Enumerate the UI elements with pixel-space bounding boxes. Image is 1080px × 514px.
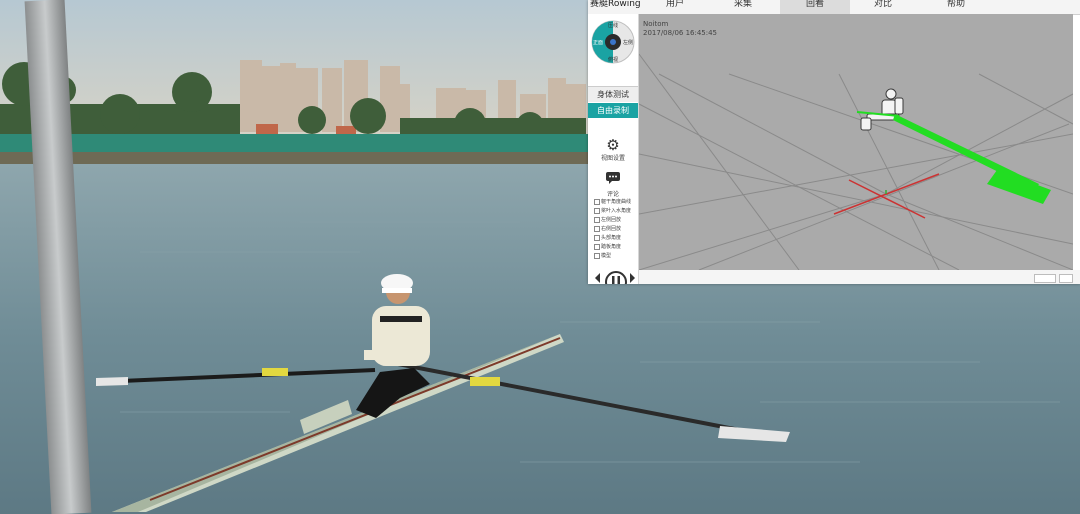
- checkbox-left-replay[interactable]: 左侧回放: [594, 216, 621, 223]
- motion-capture-app-window: 赛艇Rowing 用户 采集 回看 对比 帮助 压线 正面 左侧 俯视 身体测试…: [588, 0, 1080, 284]
- timeline-field[interactable]: [1034, 274, 1056, 283]
- comment-button[interactable]: 评论: [588, 170, 638, 198]
- free-record-label: 自由录制: [597, 106, 629, 115]
- floor-grid: [639, 53, 1073, 270]
- dial-label-left[interactable]: 正面: [593, 39, 603, 46]
- tab-playback[interactable]: 回看: [780, 0, 850, 14]
- checkbox-right-replay[interactable]: 右侧回放: [594, 225, 621, 232]
- checkbox-box[interactable]: [594, 216, 600, 223]
- tab-capture[interactable]: 采集: [718, 0, 768, 14]
- tab-capture-label: 采集: [733, 0, 752, 9]
- checkbox-trunk-angle-label: 躯干角度曲线: [601, 199, 632, 205]
- view-settings-button[interactable]: ⚙ 视图设置: [588, 136, 638, 163]
- checkbox-pedal-angle[interactable]: 踏板角度: [594, 243, 621, 250]
- previous-frame-icon[interactable]: [595, 273, 600, 283]
- recording-info: Noitom 2017/08/06 16:45:45: [643, 20, 717, 38]
- body-test-button[interactable]: 身体测试: [588, 86, 638, 102]
- tab-users-label: 用户: [665, 0, 684, 9]
- app-title: 赛艇Rowing: [590, 0, 641, 9]
- pause-icon[interactable]: [605, 271, 627, 284]
- timeline-bar[interactable]: [639, 270, 1080, 284]
- checkbox-left-replay-label: 左侧回放: [601, 217, 622, 223]
- checkbox-box[interactable]: [594, 252, 600, 259]
- gear-icon: ⚙: [606, 136, 620, 154]
- shore: [0, 152, 588, 166]
- checkbox-box[interactable]: [594, 234, 600, 241]
- tab-playback-label: 回看: [805, 0, 824, 9]
- checkbox-box[interactable]: [594, 225, 600, 232]
- 3d-viewport[interactable]: Noitom 2017/08/06 16:45:45: [639, 14, 1073, 270]
- body-test-label: 身体测试: [597, 90, 629, 99]
- tab-help-label: 帮助: [946, 0, 965, 9]
- dial-label-bottom[interactable]: 俯视: [608, 56, 618, 63]
- checkbox-trunk-angle[interactable]: 躯干角度曲线: [594, 198, 631, 205]
- checkbox-box[interactable]: [594, 243, 600, 250]
- free-record-button[interactable]: 自由录制: [588, 103, 638, 118]
- checkbox-right-replay-label: 右侧回放: [601, 226, 622, 232]
- 3d-scene[interactable]: [639, 14, 1073, 270]
- checkbox-model-label: 模型: [601, 253, 612, 259]
- tab-bar: 赛艇Rowing 用户 采集 回看 对比 帮助: [588, 0, 1080, 15]
- comment-icon: [606, 172, 620, 184]
- dial-label-top[interactable]: 压线: [608, 22, 618, 29]
- checkbox-pedal-angle-label: 踏板角度: [601, 244, 622, 250]
- next-frame-icon[interactable]: [630, 273, 635, 283]
- sidebar: 压线 正面 左侧 俯视 身体测试 自由录制 ⚙ 视图设置 评论 躯干角度曲线 桨…: [588, 14, 639, 284]
- checkbox-head-angle-label: 头部角度: [601, 235, 622, 241]
- rower-avatar: [860, 88, 904, 131]
- checkbox-box[interactable]: [594, 198, 600, 205]
- checkbox-head-angle[interactable]: 头部角度: [594, 234, 621, 241]
- checkbox-box[interactable]: [594, 207, 600, 214]
- view-settings-label: 视图设置: [600, 155, 625, 162]
- recording-timestamp: 2017/08/06 16:45:45: [643, 29, 718, 37]
- checkbox-model[interactable]: 模型: [594, 252, 611, 259]
- tab-compare[interactable]: 对比: [858, 0, 908, 14]
- view-orientation-dial[interactable]: 压线 正面 左侧 俯视: [591, 20, 635, 64]
- playback-controls[interactable]: [592, 270, 638, 284]
- timeline-end-button[interactable]: [1059, 274, 1073, 283]
- tab-users[interactable]: 用户: [650, 0, 700, 14]
- recording-author: Noitom: [643, 20, 669, 28]
- green-bank: [0, 134, 588, 154]
- checkbox-blade-entry-angle[interactable]: 桨叶入水角度: [594, 207, 631, 214]
- tab-compare-label: 对比: [873, 0, 892, 9]
- tab-help[interactable]: 帮助: [928, 0, 984, 14]
- checkbox-blade-entry-label: 桨叶入水角度: [601, 208, 632, 214]
- comment-label: 评论: [606, 191, 619, 198]
- dial-label-right[interactable]: 左侧: [623, 39, 633, 46]
